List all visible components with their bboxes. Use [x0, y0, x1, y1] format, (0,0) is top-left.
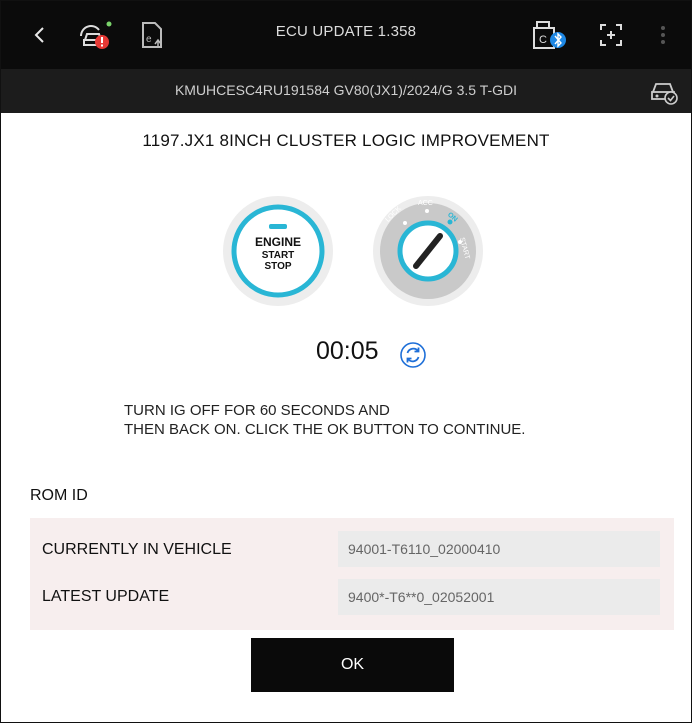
instruction-line2: THEN BACK ON. CLICK THE OK BUTTON TO CON…	[124, 421, 526, 438]
svg-text:e: e	[146, 34, 152, 45]
update-title: 1197.JX1 8INCH CLUSTER LOGIC IMPROVEMENT	[142, 131, 550, 150]
more-icon	[661, 26, 665, 44]
rom-value-current: 94001-T6110_02000410	[338, 531, 660, 567]
instruction-text: TURN IG OFF FOR 60 SECONDS AND THEN BACK…	[124, 401, 525, 439]
ok-button[interactable]: OK	[251, 638, 454, 692]
vehicle-info: KMUHCESC4RU191584 GV80(JX1)/2024/G 3.5 T…	[174, 82, 518, 98]
instruction-line1: TURN IG OFF FOR 60 SECONDS AND	[124, 402, 390, 419]
file-upload-icon: e	[142, 22, 162, 48]
refresh-icon	[400, 342, 426, 368]
top-bar: ECU UPDATE 1.358 e C	[1, 1, 691, 69]
engine-label-line3: STOP	[264, 261, 292, 272]
vehicle-alert-button[interactable]	[75, 17, 115, 53]
screenshot-button[interactable]	[594, 17, 628, 53]
rom-id-table: CURRENTLY IN VEHICLE 94001-T6110_0200041…	[30, 518, 674, 630]
app-frame: ECU UPDATE 1.358 e C KMUHCESC4RU191584 G…	[0, 0, 692, 723]
vehicle-alert-icon	[80, 21, 112, 49]
vci-bluetooth-icon: C	[533, 21, 566, 49]
rom-row-label-latest: LATEST UPDATE	[42, 588, 170, 605]
rom-row-label-current: CURRENTLY IN VEHICLE	[42, 541, 232, 558]
back-icon	[34, 27, 44, 43]
svg-text:C: C	[539, 34, 547, 46]
back-button[interactable]	[25, 17, 55, 53]
vci-connection-button[interactable]: C	[531, 17, 571, 53]
ignition-acc-label: ACC	[418, 200, 433, 207]
engine-label-line1: ENGINE	[254, 235, 301, 249]
file-upload-button[interactable]: e	[135, 17, 169, 53]
vehicle-status-button[interactable]	[649, 78, 679, 106]
rom-value-latest: 9400*-T6**0_02052001	[338, 579, 660, 615]
vehicle-info-bar: KMUHCESC4RU191584 GV80(JX1)/2024/G 3.5 T…	[1, 69, 691, 113]
more-menu-button[interactable]	[651, 17, 675, 53]
engine-button-label: ENGINE START STOP	[221, 235, 335, 272]
rom-id-heading: ROM ID	[30, 487, 88, 504]
engine-label-line2: START	[261, 250, 295, 261]
refresh-button[interactable]	[399, 341, 427, 369]
screenshot-icon	[600, 24, 622, 46]
vehicle-check-icon	[651, 83, 678, 105]
countdown-timer: 00:05	[316, 337, 379, 365]
